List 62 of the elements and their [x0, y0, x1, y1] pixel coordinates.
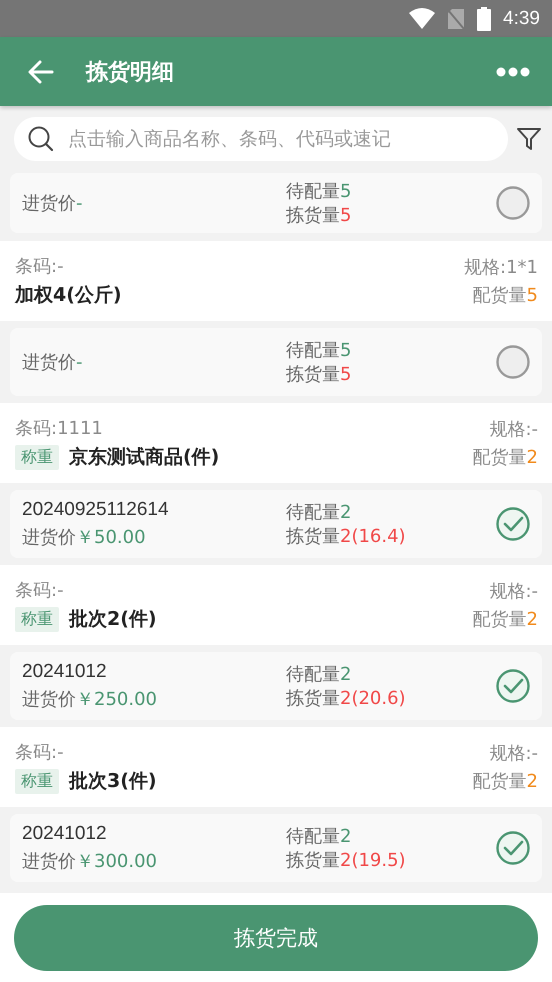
weighed-tag: 称重 [15, 606, 59, 632]
allocated-quantity: 配货量2 [472, 446, 538, 469]
product-row[interactable]: 条码:1111 称重 京东测试商品(件) 规格:- 配货量2 [0, 403, 552, 483]
picked-quantity: 拣货量5 [286, 204, 352, 227]
product-row[interactable]: 条码:- 加权4(公斤) 规格:1*1 配货量5 [0, 241, 552, 321]
product-row[interactable]: 条码:- 称重 批次2(件) 规格:- 配货量2 [0, 565, 552, 645]
purchase-price: 进货价￥300.00 [22, 850, 158, 873]
allocated-quantity: 配货量2 [472, 608, 538, 631]
batch-card[interactable]: 20240925112614 进货价￥50.00 待配量2 拣货量2(16.4) [10, 490, 542, 558]
product-name: 批次3(件) [69, 769, 157, 794]
weighed-tag: 称重 [15, 768, 59, 794]
product-name: 京东测试商品(件) [69, 445, 220, 470]
wifi-icon [409, 8, 436, 30]
product-name: 批次2(件) [69, 607, 157, 632]
batch-card[interactable]: 20241012 进货价￥250.00 待配量2 拣货量2(20.6) [10, 652, 542, 720]
barcode: 条码:- [15, 579, 64, 602]
purchase-price: 进货价- [22, 351, 84, 374]
allocated-quantity: 配货量2 [472, 770, 538, 793]
spec: 规格:1*1 [464, 256, 538, 279]
picked-quantity: 拣货量2(19.5) [286, 849, 407, 872]
purchase-price: 进货价￥250.00 [22, 688, 158, 711]
barcode: 条码:1111 [15, 417, 103, 440]
picked-quantity: 拣货量5 [286, 363, 352, 386]
spec: 规格:- [489, 418, 538, 441]
filter-button[interactable] [516, 126, 542, 152]
product-row[interactable]: 条码:- 称重 批次3(件) 规格:- 配货量2 [0, 727, 552, 807]
picked-quantity: 拣货量2(16.4) [286, 525, 407, 548]
pending-quantity: 待配量5 [286, 180, 352, 203]
more-button[interactable] [496, 66, 530, 76]
battery-icon [477, 6, 492, 30]
batch-number: 20240925112614 [22, 499, 170, 521]
back-button[interactable] [28, 60, 54, 84]
search-icon [28, 126, 54, 152]
check-circle-icon[interactable] [496, 669, 530, 703]
weighed-tag: 称重 [15, 444, 59, 470]
batch-card[interactable]: 进货价- 待配量5 拣货量5 [10, 328, 542, 396]
purchase-price: 进货价￥50.00 [22, 526, 147, 549]
pending-quantity: 待配量2 [286, 501, 352, 524]
batch-card[interactable]: 20241012 进货价￥300.00 待配量2 拣货量2(19.5) [10, 814, 542, 882]
status-time: 4:39 [503, 8, 540, 30]
empty-circle-icon[interactable] [496, 345, 530, 379]
barcode: 条码:- [15, 255, 64, 278]
pending-quantity: 待配量2 [286, 825, 352, 848]
spec: 规格:- [489, 580, 538, 603]
batch-number: 20241012 [22, 661, 108, 683]
batch-card[interactable]: 进货价- 待配量5 拣货量5 [10, 173, 542, 233]
purchase-price: 进货价- [22, 192, 84, 215]
check-circle-icon[interactable] [496, 507, 530, 541]
picked-quantity: 拣货量2(20.6) [286, 687, 407, 710]
empty-circle-icon[interactable] [496, 186, 530, 220]
check-circle-icon[interactable] [496, 831, 530, 865]
finish-picking-button[interactable]: 拣货完成 [14, 904, 538, 970]
batch-number: 20241012 [22, 823, 108, 845]
pending-quantity: 待配量5 [286, 339, 352, 362]
spec: 规格:- [489, 742, 538, 765]
allocated-quantity: 配货量5 [472, 284, 538, 307]
no-sim-icon [447, 8, 466, 30]
product-name: 加权4(公斤) [15, 283, 122, 308]
barcode: 条码:- [15, 741, 64, 764]
search-field[interactable]: 点击输入商品名称、条码、代码或速记 [14, 117, 508, 161]
page-title: 拣货明细 [86, 58, 175, 86]
pending-quantity: 待配量2 [286, 663, 352, 686]
